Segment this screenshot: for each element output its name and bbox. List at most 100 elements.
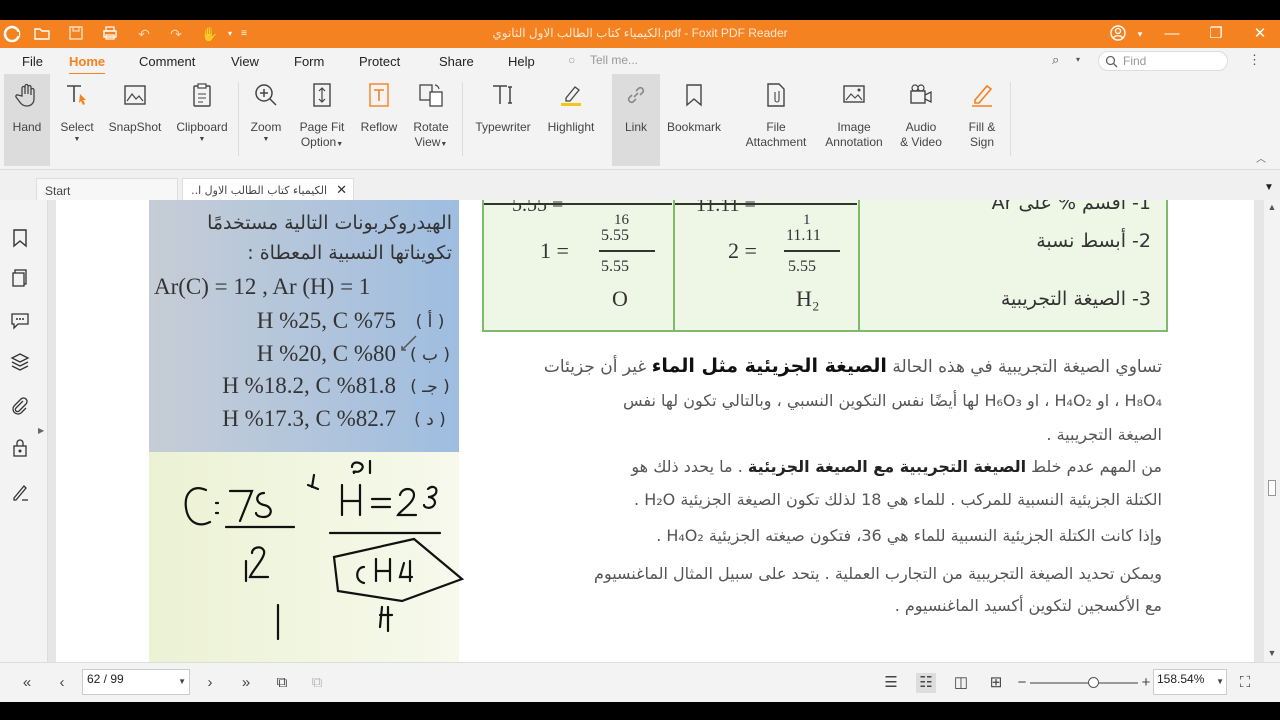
option-c-label: ( جـ ) xyxy=(410,377,450,397)
select-dropdown-icon[interactable]: ▼ xyxy=(54,136,100,143)
menu-home[interactable]: Home xyxy=(69,54,106,75)
page-dropdown-icon[interactable]: ▼ xyxy=(178,677,186,686)
zoom-dropdown-icon[interactable]: ▼ xyxy=(244,136,288,143)
find-input[interactable]: Find xyxy=(1098,51,1228,71)
paragraph2-line2: الكتلة الجزيئية النسبية للمركب . للماء ه… xyxy=(634,490,1162,509)
vertical-scrollbar[interactable]: ▲ ▼ xyxy=(1264,200,1280,662)
menu-protect[interactable]: Protect xyxy=(359,54,400,69)
file-attachment-button[interactable]: File Attachment xyxy=(742,74,810,166)
select-tool-button[interactable]: Select ▼ xyxy=(54,74,100,166)
account-icon[interactable] xyxy=(1106,24,1130,44)
zoom-button[interactable]: Zoom ▼ xyxy=(244,74,288,166)
print-icon[interactable] xyxy=(100,25,120,43)
expand-panel-icon[interactable]: ▶ xyxy=(38,426,44,435)
menu-share[interactable]: Share xyxy=(439,54,474,69)
document-tab-bar: Start الكيمياء كتاب الطالب الاول ا... ✕ … xyxy=(0,178,1280,200)
previous-view-icon[interactable]: ⧉ xyxy=(272,673,292,693)
typewriter-button[interactable]: Typewriter xyxy=(470,74,536,166)
clipboard-dropdown-icon[interactable]: ▼ xyxy=(172,136,232,143)
page-number-input[interactable]: 62 / 99 ▼ xyxy=(82,669,190,695)
menu-form[interactable]: Form xyxy=(294,54,324,69)
highlight-label: Highlight xyxy=(547,120,595,134)
zoom-slider-handle[interactable] xyxy=(1088,677,1099,688)
link-button[interactable]: Link xyxy=(612,74,660,166)
foxit-window: ↶ ↷ ✋ ▾ ≡ الكيمياء كتاب الطالب الاول الث… xyxy=(0,0,1280,720)
tab-start[interactable]: Start xyxy=(36,178,178,200)
first-page-icon[interactable]: « xyxy=(17,673,37,693)
fullscreen-icon[interactable]: ⛶ xyxy=(1235,673,1255,693)
pages-panel-icon[interactable] xyxy=(10,268,30,288)
bookmark-button[interactable]: Bookmark xyxy=(664,74,724,166)
tab-document[interactable]: الكيمياء كتاب الطالب الاول ا... ✕ xyxy=(182,178,354,200)
reflow-icon xyxy=(369,83,389,107)
typewriter-icon xyxy=(493,85,512,104)
layers-panel-icon[interactable] xyxy=(10,352,30,372)
hand-tool-quick-icon[interactable]: ✋ xyxy=(200,25,220,43)
last-page-icon[interactable]: » xyxy=(236,673,256,693)
scroll-thumb[interactable] xyxy=(1268,480,1276,496)
restore-icon[interactable]: ❐ xyxy=(1204,24,1228,44)
zoom-out-icon[interactable]: − xyxy=(1012,673,1032,693)
clipboard-button[interactable]: Clipboard ▼ xyxy=(172,74,232,166)
foxit-logo-icon[interactable] xyxy=(2,25,22,43)
undo-icon[interactable]: ↶ xyxy=(134,25,154,43)
hand-tool-button[interactable]: Hand xyxy=(4,74,50,166)
highlight-button[interactable]: Highlight xyxy=(542,74,600,166)
document-view[interactable]: الهيدروكربونات التالية مستخدمًا تكويناته… xyxy=(48,200,1264,662)
fill-sign-button[interactable]: Fill & Sign xyxy=(956,74,1008,166)
security-panel-icon[interactable] xyxy=(10,438,30,458)
collapse-ribbon-icon[interactable]: ︿ xyxy=(1256,150,1266,165)
snapshot-label: SnapShot xyxy=(108,120,162,134)
open-folder-icon[interactable] xyxy=(32,25,52,43)
facing-view-icon[interactable]: ◫ xyxy=(951,673,971,693)
single-page-view-icon[interactable]: ☰ xyxy=(881,673,901,693)
page-number-value: 62 / 99 xyxy=(87,672,124,686)
image-annotation-button[interactable]: Image Annotation xyxy=(820,74,888,166)
scroll-up-icon[interactable]: ▲ xyxy=(1266,202,1278,214)
rotate-view-button[interactable]: Rotate View▼ xyxy=(406,74,456,166)
attachments-panel-icon[interactable] xyxy=(10,396,30,416)
save-icon[interactable] xyxy=(66,25,86,43)
table-partial-cell-2: 11.11 = xyxy=(696,200,756,216)
signature-panel-icon[interactable] xyxy=(10,482,30,502)
zoom-dropdown-icon[interactable]: ▼ xyxy=(1216,677,1224,686)
link-label: Link xyxy=(624,120,647,134)
search-options-dropdown-icon[interactable]: ▾ xyxy=(1076,55,1080,64)
more-options-icon[interactable]: ⋮ xyxy=(1248,52,1261,68)
customize-quick-access-icon[interactable]: ≡ xyxy=(234,25,254,43)
tab-list-dropdown-icon[interactable]: ▼ xyxy=(1264,182,1274,193)
mouse-cursor-icon xyxy=(401,335,417,351)
tell-me-box[interactable]: Tell me... xyxy=(590,53,638,67)
snapshot-button[interactable]: SnapShot xyxy=(104,74,166,166)
next-view-icon[interactable]: ⧉ xyxy=(307,673,327,693)
table-element-o: O xyxy=(612,286,628,311)
close-tab-icon[interactable]: ✕ xyxy=(336,182,347,198)
reflow-label: Reflow xyxy=(360,120,398,134)
option-b-text: H %20, C %80 xyxy=(256,341,396,366)
page-fit-option-button[interactable]: Page Fit Option▼ xyxy=(294,74,350,166)
audio-video-button[interactable]: Audio & Video xyxy=(894,74,948,166)
paragraph1-line1: تساوي الصيغة التجريبية في هذه الحالة الص… xyxy=(543,355,1162,377)
zoom-level-input[interactable]: 158.54% ▼ xyxy=(1153,669,1227,695)
close-window-icon[interactable]: ✕ xyxy=(1248,24,1272,44)
ribbon-separator xyxy=(1010,82,1011,156)
menu-bar: File Home Comment View Form Protect Shar… xyxy=(0,48,1280,75)
redo-icon[interactable]: ↷ xyxy=(166,25,186,43)
menu-file[interactable]: File xyxy=(22,54,43,69)
continuous-facing-view-icon[interactable]: ⊞ xyxy=(986,673,1006,693)
reflow-button[interactable]: Reflow xyxy=(356,74,402,166)
minimize-icon[interactable]: — xyxy=(1160,24,1184,44)
next-page-icon[interactable]: › xyxy=(200,673,220,693)
comments-panel-icon[interactable] xyxy=(10,310,30,330)
continuous-view-icon[interactable]: ☷ xyxy=(916,673,936,693)
account-dropdown-icon[interactable]: ▾ xyxy=(1128,24,1152,44)
menu-comment[interactable]: Comment xyxy=(139,54,195,69)
scroll-down-icon[interactable]: ▼ xyxy=(1266,648,1278,660)
zoom-slider[interactable] xyxy=(1030,682,1138,684)
menu-view[interactable]: View xyxy=(231,54,259,69)
search-options-icon[interactable]: ⌕ xyxy=(1052,52,1059,68)
menu-help[interactable]: Help xyxy=(508,54,535,69)
bookmarks-panel-icon[interactable] xyxy=(10,228,30,248)
previous-page-icon[interactable]: ‹ xyxy=(52,673,72,693)
audio-video-icon xyxy=(910,84,932,104)
